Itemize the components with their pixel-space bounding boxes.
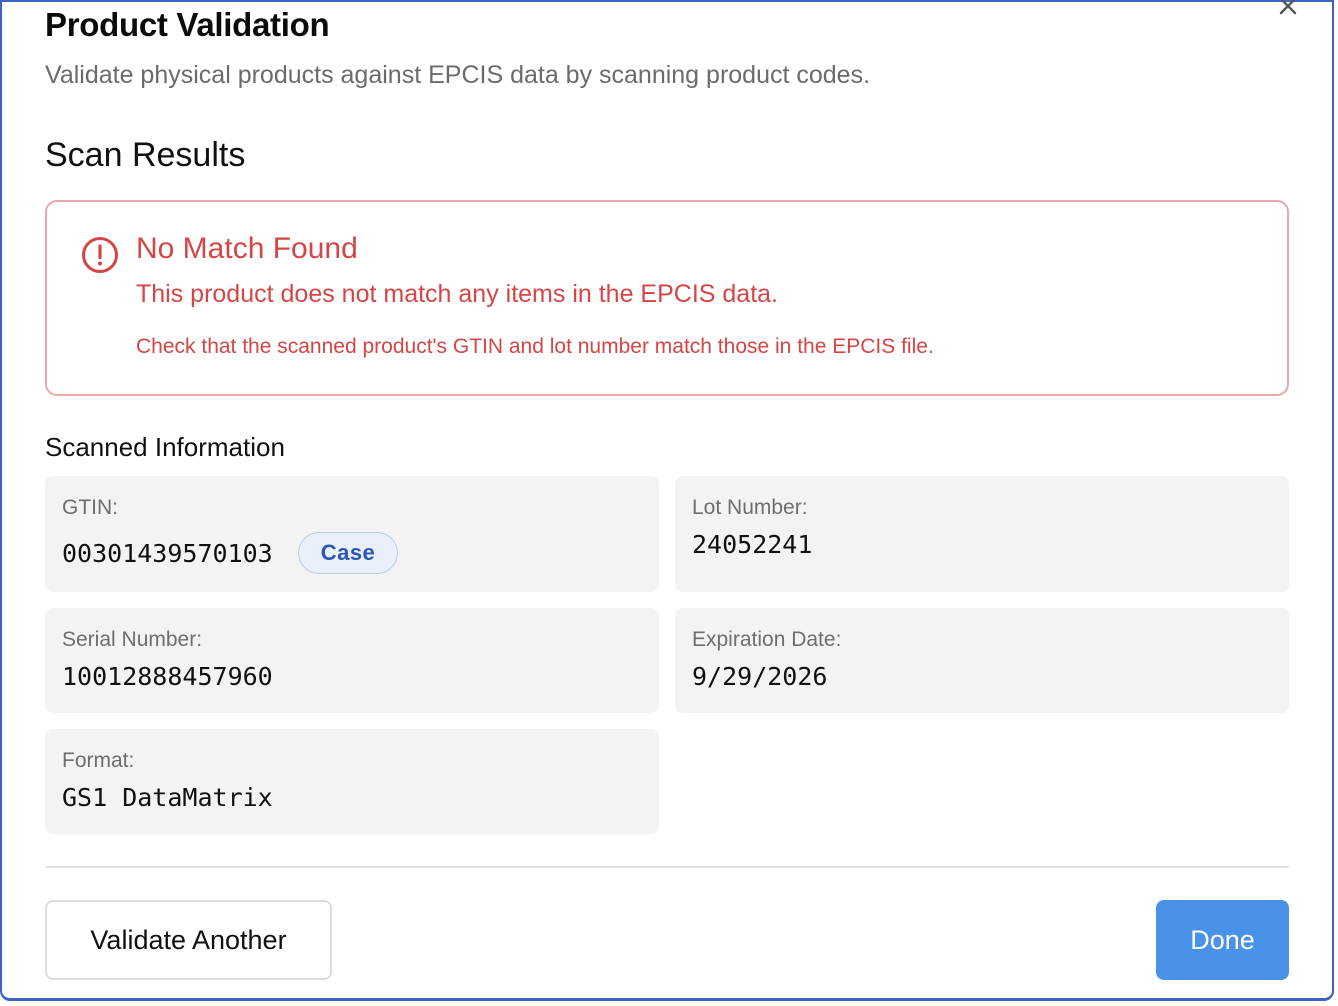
lot-number-label: Lot Number: bbox=[692, 496, 808, 519]
no-match-alert: No Match Found This product does not mat… bbox=[45, 200, 1289, 396]
scan-results-heading: Scan Results bbox=[45, 136, 246, 174]
lot-number-card: Lot Number: 24052241 bbox=[675, 476, 1289, 592]
scanned-information-heading: Scanned Information bbox=[45, 432, 285, 462]
gtin-value: 00301439570103 bbox=[62, 539, 273, 568]
alert-circle-icon bbox=[82, 237, 118, 273]
expiration-date-label: Expiration Date: bbox=[692, 628, 842, 651]
validate-another-button[interactable]: Validate Another bbox=[45, 900, 332, 980]
expiration-date-value: 9/29/2026 bbox=[692, 662, 828, 691]
format-label: Format: bbox=[62, 749, 135, 772]
serial-number-label: Serial Number: bbox=[62, 628, 203, 651]
serial-number-card: Serial Number: 10012888457960 bbox=[45, 608, 659, 713]
footer-divider bbox=[45, 866, 1289, 868]
dialog-subtitle: Validate physical products against EPCIS… bbox=[45, 61, 871, 89]
lot-number-value: 24052241 bbox=[692, 530, 813, 559]
alert-hint: Check that the scanned product's GTIN an… bbox=[136, 335, 934, 358]
expiration-date-card: Expiration Date: 9/29/2026 bbox=[675, 608, 1289, 713]
gtin-card: GTIN: 00301439570103 Case bbox=[45, 476, 659, 592]
done-button[interactable]: Done bbox=[1156, 900, 1289, 980]
dialog-title: Product Validation bbox=[45, 6, 330, 43]
alert-message: This product does not match any items in… bbox=[136, 280, 778, 308]
format-card: Format: GS1 DataMatrix bbox=[45, 729, 659, 834]
alert-title: No Match Found bbox=[136, 232, 358, 265]
gtin-label: GTIN: bbox=[62, 496, 118, 519]
serial-number-value: 10012888457960 bbox=[62, 662, 273, 691]
close-icon[interactable] bbox=[1276, 0, 1300, 18]
format-value: GS1 DataMatrix bbox=[62, 783, 273, 812]
product-validation-dialog: Product Validation Validate physical pro… bbox=[0, 0, 1334, 1001]
packaging-level-badge: Case bbox=[298, 532, 398, 574]
